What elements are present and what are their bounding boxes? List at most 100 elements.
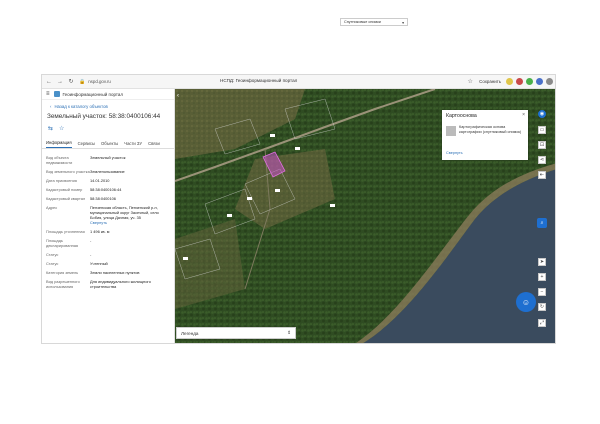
attribute-row: Вид объекта недвижимости Земельный участо… (42, 152, 174, 166)
parcel-title: Земельный участок: 58:38:0400106:44 (47, 113, 161, 120)
collapse-address-link[interactable]: Свернуть (90, 220, 170, 225)
attribute-key: Вид разрешенного использования (46, 278, 80, 289)
tab-services[interactable]: Сервисы (78, 141, 95, 148)
basemap-thumbnail (446, 126, 456, 136)
chat-assistant-button[interactable]: ☺ (516, 292, 536, 312)
attribute-value: - (90, 252, 170, 257)
attribute-key: Вид объекта недвижимости (46, 154, 73, 165)
hamburger-icon[interactable]: ≡ (46, 91, 50, 97)
collapse-panel-button[interactable]: ‹ (177, 93, 179, 99)
measure-tool-icon[interactable]: ⊡ (538, 141, 546, 149)
basemap-select[interactable]: Спутниковые снимки ▾ (340, 18, 408, 26)
info-panel: ≡ Геоинформационный портал ‹ Назад к кат… (42, 89, 175, 343)
attribute-key: Дата присвоения (46, 177, 77, 183)
attribute-value: - (90, 238, 170, 248)
attribute-row: Площадь уточненная 1 496 кв. м (42, 226, 174, 235)
attribute-value-text: 14.01.2010 (90, 177, 110, 183)
legend-label: Легенда (181, 330, 199, 336)
reload-icon[interactable]: ↻ (67, 78, 75, 86)
basemap-popup-title: Картоосновa (446, 113, 477, 119)
attribute-value-text: - (90, 251, 92, 257)
attribute-key: Категория земель (46, 269, 79, 275)
attribute-row: Статус - (42, 249, 174, 258)
back-arrow-icon[interactable]: ← (45, 78, 53, 86)
extension-icon-2[interactable] (516, 77, 523, 85)
portal-name: Геоинформационный портал (62, 91, 124, 97)
basemap-popup: Картоосновa × Картографическая основа ка… (442, 110, 528, 160)
save-label[interactable]: Сохранить (479, 79, 501, 84)
forward-arrow-icon[interactable]: → (56, 78, 64, 86)
attribute-value: Землепользование (90, 169, 170, 174)
export-tool-icon[interactable]: ⇤ (538, 171, 546, 179)
extension-icon-1[interactable] (506, 77, 513, 85)
basemap-popup-description: Картографическая основа картографии (спу… (459, 125, 522, 134)
attribute-key: Статус (46, 251, 59, 257)
parcel-actions: ⇆ ☆ (48, 125, 174, 132)
basemap-popup-link[interactable]: Свернуть (446, 151, 463, 155)
address-text: nspd.gov.ru (88, 79, 111, 84)
attribute-key: Статус (46, 260, 59, 266)
attribute-value-text: Землепользование (90, 168, 125, 174)
attribute-key: Площадь декларированная (46, 237, 79, 248)
browser-actions: ☆ Сохранить (463, 77, 553, 85)
info-tabs: Информация Сервисы Объекты Части ЗУ Связ… (42, 139, 174, 149)
attribute-row: Вид земельного участка Землепользование (42, 166, 174, 175)
chevron-updown-icon: ⇕ (287, 330, 291, 335)
bookmark-icon[interactable]: ☆ (466, 77, 474, 85)
tab-objects[interactable]: Объекты (101, 141, 118, 148)
attribute-row: Категория земель Земли населенных пунктов (42, 267, 174, 276)
attribute-row: Кадастровый номер 58:38:0400106:44 (42, 184, 174, 193)
attribute-value: 14.01.2010 (90, 178, 170, 183)
profile-icon[interactable] (546, 77, 553, 85)
attribute-value-text: Земельный участок (90, 154, 126, 160)
tab-info[interactable]: Информация (46, 140, 72, 148)
attribute-value-text: - (90, 237, 92, 243)
share-tool-icon[interactable]: ⋖ (538, 156, 546, 164)
basemap-select-value: Спутниковые снимки (344, 20, 381, 24)
attribute-value-text: 1 496 кв. м (90, 228, 110, 234)
chevron-left-icon: ‹ (50, 104, 52, 109)
attribute-row: Статус Учтенный (42, 258, 174, 267)
back-link-label: Назад к каталогу объектов (54, 104, 108, 109)
fullscreen-icon[interactable]: ⤢ (538, 319, 546, 327)
locate-icon[interactable]: ➤ (538, 258, 546, 266)
extension-icon-4[interactable] (536, 77, 543, 85)
browser-toolbar: ← → ↻ 🔒 nspd.gov.ru НСПД: Геоинформацион… (42, 75, 555, 89)
attribute-value: 58:38:0400106:44 (90, 187, 170, 192)
back-to-catalog-link[interactable]: ‹ Назад к каталогу объектов (50, 104, 174, 109)
attribute-value: Учтенный (90, 261, 170, 266)
attribute-key: Кадастровый номер (46, 186, 83, 192)
attribute-row: Адрес Пензенская область, Пензенский р-н,… (42, 202, 174, 226)
attribute-key: Адрес (46, 204, 58, 210)
rotate-icon[interactable]: ↻ (538, 303, 546, 311)
legend-bar[interactable]: Легенда ⇕ (176, 327, 296, 339)
attribute-row: Площадь декларированная - (42, 235, 174, 249)
extension-icon-3[interactable] (526, 77, 533, 85)
page-title: НСПД: Геоинформационный портал (220, 78, 298, 83)
attribute-value-text: Для индивидуального жилищного строительс… (90, 278, 151, 289)
layers-tool-icon[interactable]: ◉ (538, 110, 546, 118)
attribute-key: Площадь уточненная (46, 228, 85, 234)
attribute-row: Кадастровый квартал 58:38:0400106 (42, 193, 174, 202)
attribute-value-text: Учтенный (90, 260, 108, 266)
attribute-list: Вид объекта недвижимости Земельный участо… (42, 152, 174, 290)
attribute-value-text: 58:38:0400106 (90, 195, 116, 201)
tab-links[interactable]: Связи (148, 141, 160, 148)
tab-parts[interactable]: Части ЗУ (124, 141, 142, 148)
close-icon[interactable]: × (522, 112, 525, 118)
print-tool-icon[interactable]: ▭ (538, 126, 546, 134)
attribute-value: 58:38:0400106 (90, 196, 170, 201)
attribute-value: Пензенская область, Пензенский р-н, муни… (90, 205, 170, 225)
attribute-value-text: Пензенская область, Пензенский р-н, муни… (90, 204, 159, 220)
zoom-in-icon[interactable]: + (538, 273, 546, 281)
zoom-out-icon[interactable]: − (538, 288, 546, 296)
lock-icon: 🔒 (79, 78, 86, 85)
portal-logo-icon (53, 91, 60, 97)
share-icon[interactable]: ⇆ (48, 125, 53, 132)
star-icon[interactable]: ☆ (59, 125, 64, 132)
attribute-value-text: Земли населенных пунктов (90, 269, 140, 275)
portal-header: ≡ Геоинформационный портал (42, 89, 174, 100)
attribute-value: Для индивидуального жилищного строительс… (90, 279, 170, 289)
search-tool-icon[interactable]: ⌕ (537, 218, 547, 228)
attribute-value-text: 58:38:0400106:44 (90, 186, 122, 192)
